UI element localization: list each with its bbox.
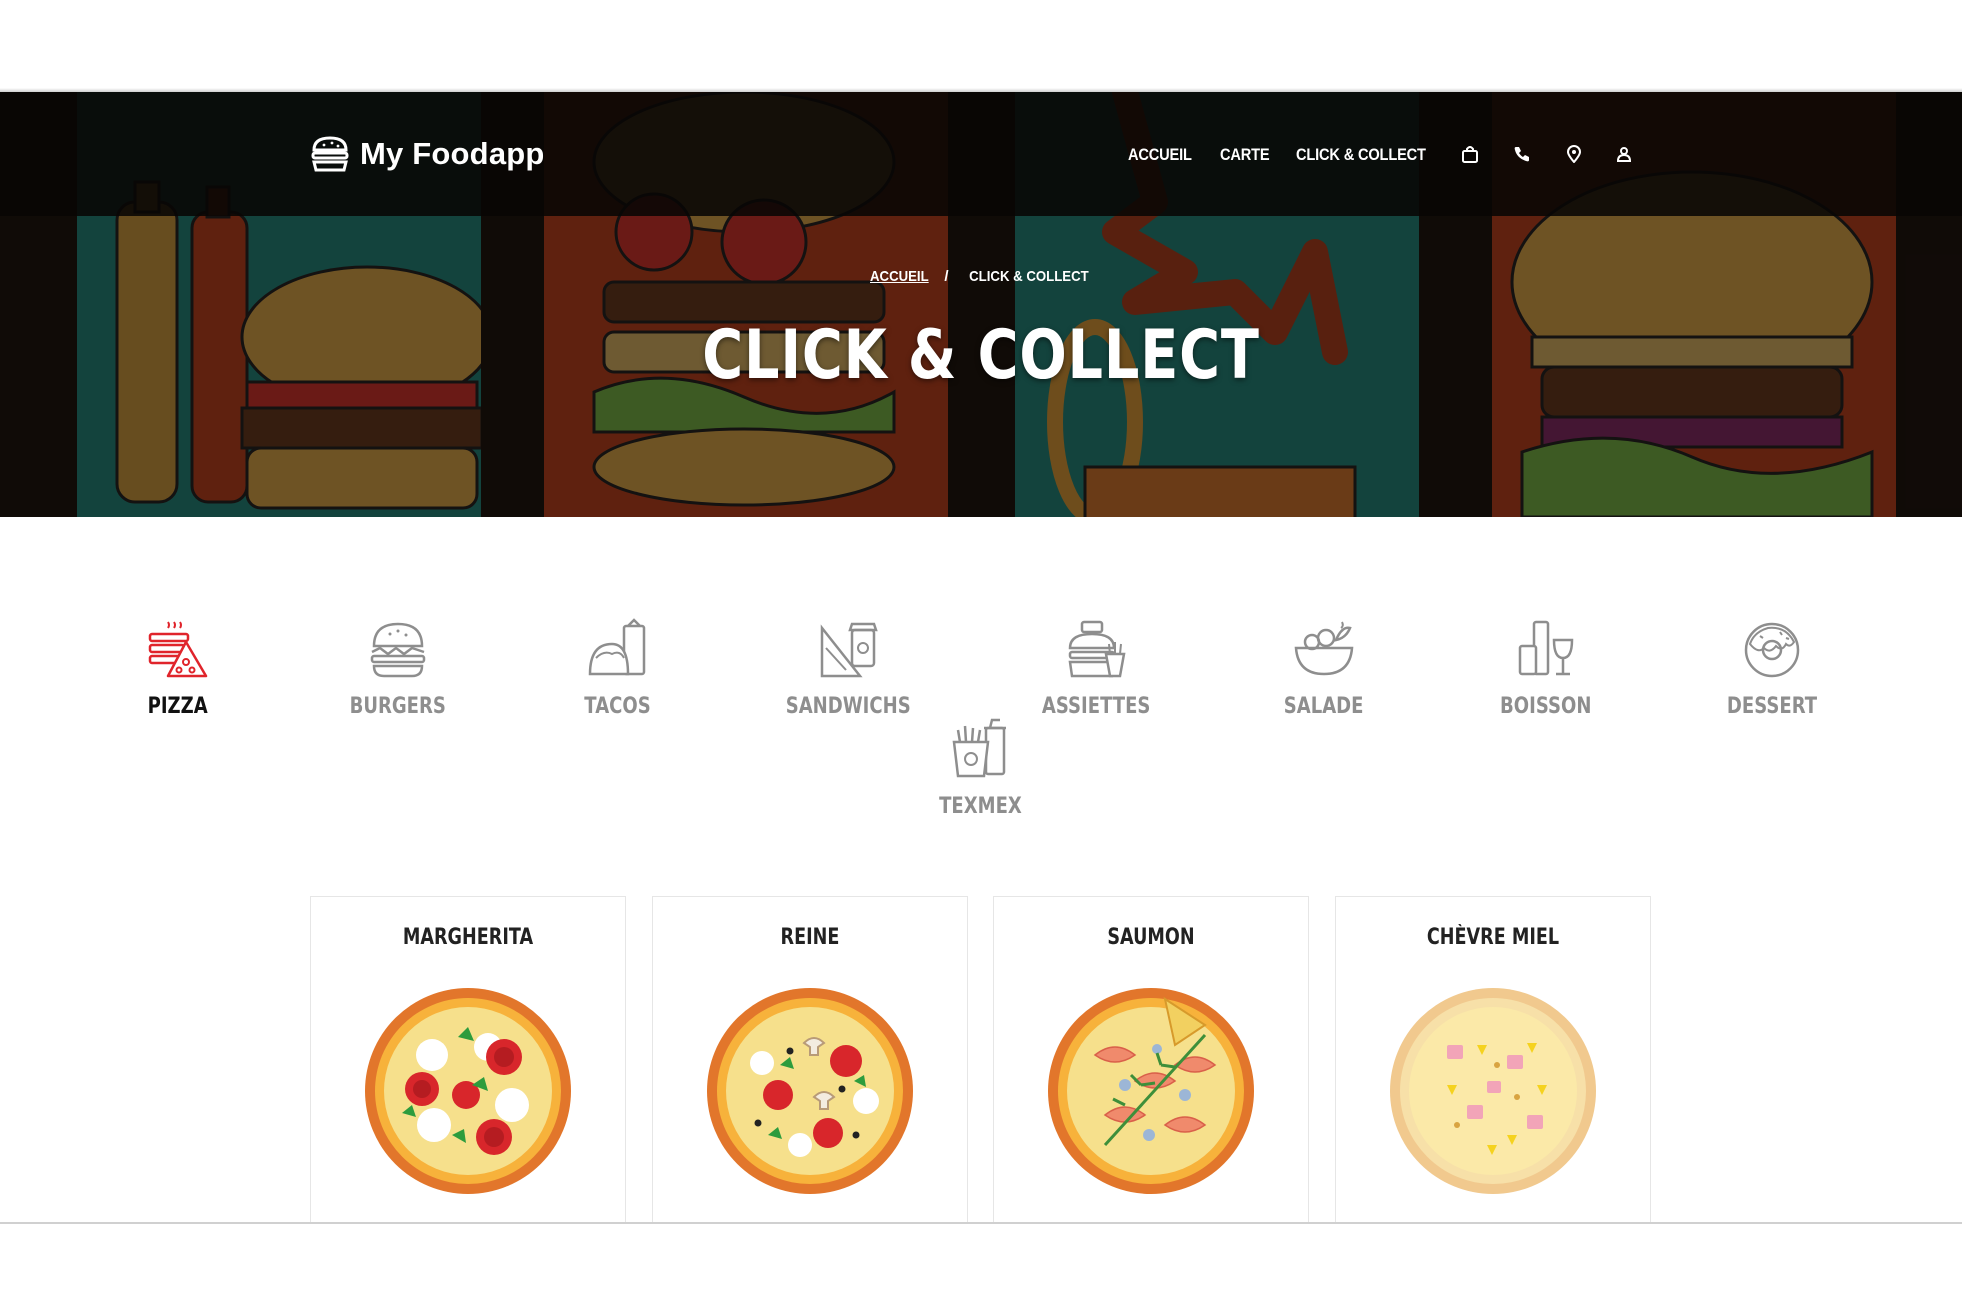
fries-icon <box>952 718 1006 778</box>
pizza-icon <box>148 621 208 678</box>
breadcrumb: ACCUEIL / CLICK & COLLECT <box>0 268 1962 285</box>
page-title: CLICK & COLLECT <box>702 316 1260 395</box>
category-salade[interactable]: SALADE <box>1234 618 1414 719</box>
category-assiettes[interactable]: ASSIETTES <box>1006 618 1186 719</box>
product-card-reine[interactable]: REINE <box>652 896 968 1226</box>
category-label: TEXMEX <box>938 794 1022 819</box>
nav-click-collect[interactable]: CLICK & COLLECT <box>1296 145 1426 165</box>
breadcrumb-separator: / <box>944 268 949 285</box>
product-card-chevre-miel[interactable]: CHÈVRE MIEL <box>1335 896 1651 1226</box>
category-label: PIZZA <box>147 694 209 719</box>
nav-carte[interactable]: CARTE <box>1220 145 1270 165</box>
category-label: TACOS <box>584 694 652 719</box>
phone-icon[interactable] <box>1510 142 1534 166</box>
product-name: REINE <box>780 925 840 950</box>
drinks-icon <box>1518 620 1574 676</box>
taco-icon <box>588 618 646 676</box>
pizza-reine-image <box>707 988 913 1194</box>
product-name: MARGHERITA <box>402 925 534 950</box>
breadcrumb-home-link[interactable]: ACCUEIL <box>870 268 929 285</box>
category-boisson[interactable]: BOISSON <box>1456 618 1636 719</box>
salad-bowl-icon <box>1294 621 1354 676</box>
meal-plate-icon <box>1068 620 1126 678</box>
category-burgers[interactable]: BURGERS <box>308 618 488 719</box>
user-icon[interactable] <box>1612 142 1636 166</box>
product-card-margherita[interactable]: MARGHERITA <box>310 896 626 1226</box>
burger-icon <box>370 622 426 678</box>
category-label: DESSERT <box>1726 694 1818 719</box>
pizza-saumon-image <box>1048 988 1254 1194</box>
main-nav: ACCUEIL CARTE CLICK & COLLECT <box>1128 142 1447 168</box>
breadcrumb-current: CLICK & COLLECT <box>968 268 1089 285</box>
product-card-saumon[interactable]: SAUMON <box>993 896 1309 1226</box>
pizza-margherita-image <box>365 988 571 1194</box>
category-tacos[interactable]: TACOS <box>528 618 708 719</box>
shopping-bag-icon[interactable] <box>1458 142 1482 166</box>
category-label: SANDWICHS <box>785 694 911 719</box>
location-pin-icon[interactable] <box>1562 142 1586 166</box>
product-name: SAUMON <box>1107 925 1195 950</box>
category-label: SALADE <box>1284 694 1364 719</box>
nav-accueil[interactable]: ACCUEIL <box>1128 145 1192 165</box>
logo-text: My Foodapp <box>360 136 545 171</box>
burger-logo-icon <box>311 136 349 172</box>
site-logo[interactable]: My Foodapp <box>310 132 545 176</box>
pizza-chevre-miel-image <box>1390 988 1596 1194</box>
screen-top-margin <box>0 0 1962 92</box>
sandwich-icon <box>820 622 878 678</box>
category-pizza[interactable]: PIZZA <box>88 618 268 719</box>
donut-icon <box>1744 622 1800 678</box>
category-label: BOISSON <box>1500 694 1592 719</box>
site-header <box>0 92 1962 216</box>
screen-bottom-margin <box>0 1224 1962 1314</box>
category-label: ASSIETTES <box>1041 694 1151 719</box>
category-texmex[interactable]: TEXMEX <box>890 718 1070 819</box>
category-dessert[interactable]: DESSERT <box>1682 618 1862 719</box>
category-sandwichs[interactable]: SANDWICHS <box>758 618 938 719</box>
product-name: CHÈVRE MIEL <box>1426 925 1560 950</box>
category-label: BURGERS <box>349 694 447 719</box>
